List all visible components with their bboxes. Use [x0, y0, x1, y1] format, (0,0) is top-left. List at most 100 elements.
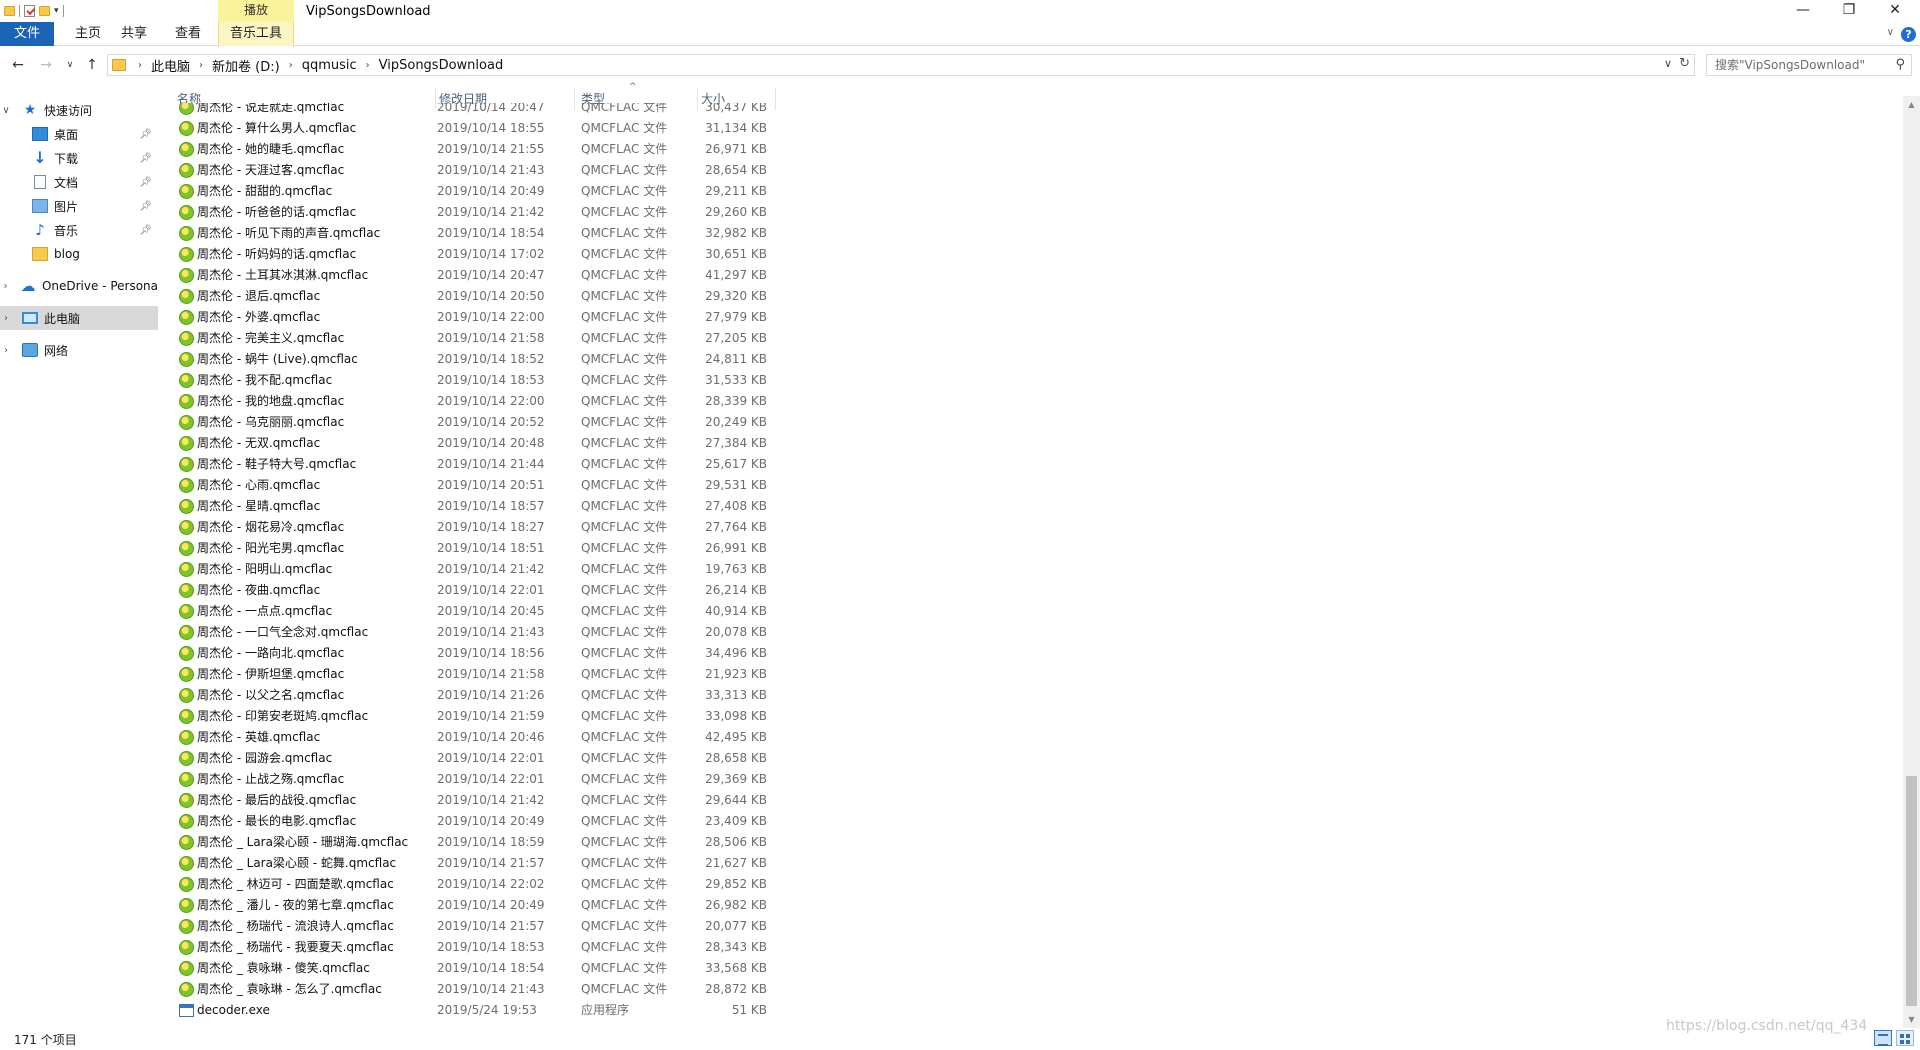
file-row[interactable]: 周杰伦 _ 潘儿 - 夜的第七章.qmcflac 2019/10/14 20:49…: [177, 895, 777, 916]
close-button[interactable]: ✕: [1872, 0, 1918, 22]
nav-onedrive[interactable]: › ☁ OneDrive - Persona: [0, 274, 158, 298]
chevron-right-icon[interactable]: ›: [360, 60, 376, 71]
breadcrumb-vipsongsdownload[interactable]: VipSongsDownload: [376, 58, 507, 73]
file-row[interactable]: 周杰伦 - 止战之殇.qmcflac 2019/10/14 22:01 QMCFLA…: [177, 769, 777, 790]
file-row[interactable]: 周杰伦 - 阳明山.qmcflac 2019/10/14 21:42 QMCFLAC…: [177, 559, 777, 580]
file-row[interactable]: 周杰伦 - 一点点.qmcflac 2019/10/14 20:45 QMCFLAC…: [177, 601, 777, 622]
file-row[interactable]: 周杰伦 - 乌克丽丽.qmcflac 2019/10/14 20:52 QMCFLA…: [177, 412, 777, 433]
back-button[interactable]: ←: [8, 55, 28, 75]
nav-quick-access[interactable]: ∨ ★ 快速访问: [0, 98, 158, 122]
file-row[interactable]: 周杰伦 - 鞋子特大号.qmcflac 2019/10/14 21:44 QMCFL…: [177, 454, 777, 475]
search-icon[interactable]: ⚲: [1895, 57, 1905, 72]
file-row[interactable]: 周杰伦 - 园游会.qmcflac 2019/10/14 22:01 QMCFLAC…: [177, 748, 777, 769]
file-row[interactable]: 周杰伦 - 我不配.qmcflac 2019/10/14 18:53 QMCFLAC…: [177, 370, 777, 391]
file-row[interactable]: 周杰伦 - 天涯过客.qmcflac 2019/10/14 21:43 QMCFLA…: [177, 160, 777, 181]
details-view-button[interactable]: [1874, 1030, 1892, 1046]
file-row[interactable]: 周杰伦 _ 袁咏琳 - 怎么了.qmcflac 2019/10/14 21:43 Q…: [177, 979, 777, 1000]
file-row[interactable]: 周杰伦 - 烟花易冷.qmcflac 2019/10/14 18:27 QMCFLA…: [177, 517, 777, 538]
file-row[interactable]: 周杰伦 - 蜗牛 (Live).qmcflac 2019/10/14 18:52 Q…: [177, 349, 777, 370]
nav-network[interactable]: › 网络: [0, 338, 158, 362]
file-row[interactable]: 周杰伦 - 伊斯坦堡.qmcflac 2019/10/14 21:58 QMCFLA…: [177, 664, 777, 685]
nav-item-downloads[interactable]: ↓ 下载 📌︎: [0, 146, 158, 170]
tab-view[interactable]: 查看: [166, 22, 210, 46]
restore-button[interactable]: ❐: [1826, 0, 1872, 22]
file-row[interactable]: 周杰伦 _ Lara梁心颐 - 珊瑚海.qmcflac 2019/10/14 18…: [177, 832, 777, 853]
scroll-up-icon[interactable]: ▲: [1903, 96, 1920, 113]
file-row[interactable]: decoder.exe 2019/5/24 19:53 应用程序 51 KB: [177, 1000, 777, 1021]
file-row[interactable]: 周杰伦 _ 林迈可 - 四面楚歌.qmcflac 2019/10/14 22:02…: [177, 874, 777, 895]
vertical-scrollbar[interactable]: ▲ ▼: [1903, 96, 1920, 1028]
file-row[interactable]: 周杰伦 - 完美主义.qmcflac 2019/10/14 21:58 QMCFLA…: [177, 328, 777, 349]
file-row[interactable]: 周杰伦 - 听妈妈的话.qmcflac 2019/10/14 17:02 QMCFL…: [177, 244, 777, 265]
file-row[interactable]: 周杰伦 - 土耳其冰淇淋.qmcflac 2019/10/14 20:47 QMCF…: [177, 265, 777, 286]
file-row[interactable]: 周杰伦 - 心雨.qmcflac 2019/10/14 20:51 QMCFLAC …: [177, 475, 777, 496]
pin-icon[interactable]: 📌︎: [139, 153, 152, 164]
large-icons-view-button[interactable]: [1896, 1030, 1914, 1046]
file-row[interactable]: 周杰伦 - 听爸爸的话.qmcflac 2019/10/14 21:42 QMCFL…: [177, 202, 777, 223]
chevron-right-icon[interactable]: ›: [0, 313, 12, 324]
file-row[interactable]: 周杰伦 - 以父之名.qmcflac 2019/10/14 21:26 QMCFLA…: [177, 685, 777, 706]
pin-icon[interactable]: 📌︎: [139, 129, 152, 140]
file-row[interactable]: 周杰伦 - 外婆.qmcflac 2019/10/14 22:00 QMCFLAC …: [177, 307, 777, 328]
pin-icon[interactable]: 📌︎: [139, 201, 152, 212]
help-icon[interactable]: ?: [1901, 27, 1916, 42]
chevron-right-icon[interactable]: ›: [0, 281, 11, 292]
file-row[interactable]: 周杰伦 - 她的睫毛.qmcflac 2019/10/14 21:55 QMCFLA…: [177, 139, 777, 160]
breadcrumb-qqmusic[interactable]: qqmusic: [299, 58, 360, 73]
scroll-down-icon[interactable]: ▼: [1903, 1011, 1920, 1028]
chevron-right-icon[interactable]: ›: [283, 60, 299, 71]
tab-file[interactable]: 文件: [0, 22, 54, 46]
pin-icon[interactable]: 📌︎: [139, 225, 152, 236]
chevron-down-icon[interactable]: ∨: [0, 105, 12, 116]
file-row[interactable]: 周杰伦 _ Lara梁心颐 - 蛇舞.qmcflac 2019/10/14 21:…: [177, 853, 777, 874]
file-row[interactable]: 周杰伦 _ 杨瑞代 - 流浪诗人.qmcflac 2019/10/14 21:57…: [177, 916, 777, 937]
pin-icon[interactable]: 📌︎: [139, 177, 152, 188]
breadcrumb-drive-d[interactable]: 新加卷 (D:): [209, 56, 283, 75]
file-row[interactable]: 周杰伦 - 我的地盘.qmcflac 2019/10/14 22:00 QMCFLA…: [177, 391, 777, 412]
forward-button[interactable]: →: [36, 55, 56, 75]
customize-toolbar-icon[interactable]: ▾: [54, 6, 59, 16]
tab-home[interactable]: 主页: [66, 22, 110, 46]
file-row[interactable]: 周杰伦 - 最后的战役.qmcflac 2019/10/14 21:42 QMCFL…: [177, 790, 777, 811]
chevron-down-icon[interactable]: ∨: [1664, 57, 1672, 70]
nav-item-documents[interactable]: 文档 📌︎: [0, 170, 158, 194]
search-box[interactable]: ⚲: [1706, 54, 1912, 76]
recent-locations-icon[interactable]: ∨: [60, 55, 80, 75]
search-input[interactable]: [1707, 55, 1887, 75]
file-row[interactable]: 周杰伦 - 一路向北.qmcflac 2019/10/14 18:56 QMCFLA…: [177, 643, 777, 664]
file-row[interactable]: 周杰伦 - 一口气全念对.qmcflac 2019/10/14 21:43 QMCF…: [177, 622, 777, 643]
refresh-icon[interactable]: ↻: [1679, 56, 1690, 71]
file-row[interactable]: 周杰伦 - 退后.qmcflac 2019/10/14 20:50 QMCFLAC …: [177, 286, 777, 307]
file-row[interactable]: 周杰伦 _ 袁咏琳 - 傻笑.qmcflac 2019/10/14 18:54 QM…: [177, 958, 777, 979]
nav-item-pictures[interactable]: 图片 📌︎: [0, 194, 158, 218]
file-row[interactable]: 周杰伦 - 夜曲.qmcflac 2019/10/14 22:01 QMCFLAC …: [177, 580, 777, 601]
nav-item-music[interactable]: ♪ 音乐 📌︎: [0, 218, 158, 242]
address-bar[interactable]: › 此电脑 › 新加卷 (D:) › qqmusic › VipSongsDow…: [107, 54, 1695, 76]
scroll-thumb[interactable]: [1906, 776, 1917, 1006]
file-row[interactable]: 周杰伦 - 甜甜的.qmcflac 2019/10/14 20:49 QMCFLAC…: [177, 181, 777, 202]
properties-icon[interactable]: [24, 5, 35, 17]
ribbon-collapse-icon[interactable]: ∨: [1887, 27, 1894, 38]
minimize-button[interactable]: —: [1780, 0, 1826, 22]
file-row[interactable]: 周杰伦 - 听见下雨的声音.qmcflac 2019/10/14 18:54 QMC…: [177, 223, 777, 244]
file-row[interactable]: 周杰伦 _ 杨瑞代 - 我要夏天.qmcflac 2019/10/14 18:53…: [177, 937, 777, 958]
new-folder-icon[interactable]: [39, 6, 50, 16]
chevron-right-icon[interactable]: ›: [132, 60, 148, 71]
nav-this-pc[interactable]: › 此电脑: [0, 306, 158, 330]
tab-share[interactable]: 共享: [112, 22, 156, 46]
up-button[interactable]: ↑: [82, 55, 102, 75]
breadcrumb-this-pc[interactable]: 此电脑: [148, 56, 193, 75]
file-row[interactable]: 周杰伦 - 说走就走.qmcflac 2019/10/14 20:47 QMCFLA…: [177, 103, 777, 118]
chevron-right-icon[interactable]: ›: [193, 60, 209, 71]
file-row[interactable]: 周杰伦 - 最长的电影.qmcflac 2019/10/14 20:49 QMCFL…: [177, 811, 777, 832]
tab-music-tools[interactable]: 音乐工具: [218, 22, 294, 46]
file-row[interactable]: 周杰伦 - 星晴.qmcflac 2019/10/14 18:57 QMCFLAC …: [177, 496, 777, 517]
nav-item-desktop[interactable]: 桌面 📌︎: [0, 122, 158, 146]
nav-item-blog[interactable]: blog: [0, 242, 158, 266]
file-row[interactable]: 周杰伦 - 阳光宅男.qmcflac 2019/10/14 18:51 QMCFLA…: [177, 538, 777, 559]
chevron-right-icon[interactable]: ›: [0, 345, 12, 356]
file-row[interactable]: 周杰伦 - 印第安老斑鸠.qmcflac 2019/10/14 21:59 QMCF…: [177, 706, 777, 727]
file-row[interactable]: 周杰伦 - 无双.qmcflac 2019/10/14 20:48 QMCFLAC …: [177, 433, 777, 454]
file-row[interactable]: 周杰伦 - 英雄.qmcflac 2019/10/14 20:46 QMCFLAC …: [177, 727, 777, 748]
file-row[interactable]: 周杰伦 - 算什么男人.qmcflac 2019/10/14 18:55 QMCFL…: [177, 118, 777, 139]
